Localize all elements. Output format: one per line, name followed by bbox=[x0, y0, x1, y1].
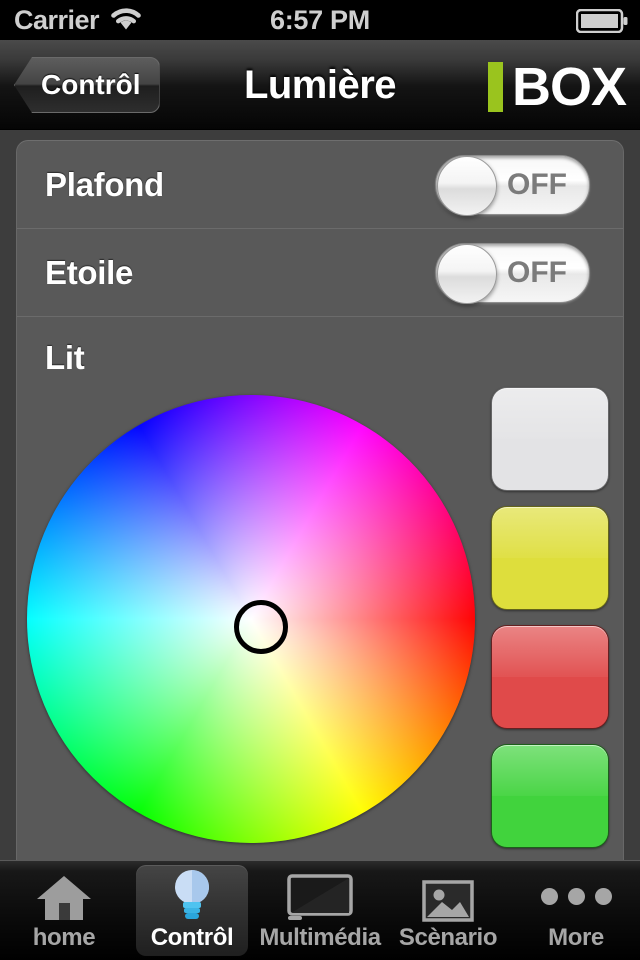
tab-multimedia[interactable]: Multimédia bbox=[256, 861, 384, 960]
tab-label: More bbox=[548, 924, 604, 951]
dot bbox=[540, 887, 558, 905]
status-bar: Carrier 6:57 PM bbox=[0, 0, 640, 40]
row-etoile: Etoile OFF bbox=[17, 229, 623, 317]
lightbulb-icon bbox=[167, 870, 217, 922]
tv-icon bbox=[287, 870, 353, 922]
dot bbox=[567, 887, 585, 905]
swatch-red[interactable] bbox=[491, 625, 609, 729]
tab-home[interactable]: home bbox=[0, 861, 128, 960]
tab-label: Multimédia bbox=[259, 924, 381, 951]
swatch-white[interactable] bbox=[491, 387, 609, 491]
toggle-knob[interactable] bbox=[437, 155, 497, 216]
logo-accent-bar bbox=[487, 62, 503, 112]
toggle-state-label: OFF bbox=[507, 167, 567, 201]
row-plafond: Plafond OFF bbox=[17, 141, 623, 229]
tab-more[interactable]: More bbox=[512, 861, 640, 960]
tab-control[interactable]: Contrôl bbox=[128, 861, 256, 960]
clock-label: 6:57 PM bbox=[270, 4, 370, 35]
dot bbox=[594, 887, 612, 905]
ibox-logo: BOX bbox=[487, 57, 627, 117]
logo-text: BOX bbox=[511, 57, 627, 117]
row-label: Plafond bbox=[45, 165, 164, 203]
tab-label: home bbox=[32, 924, 96, 951]
color-wheel-cursor[interactable] bbox=[234, 600, 288, 654]
battery-full-icon bbox=[575, 8, 628, 38]
swatch-green[interactable] bbox=[491, 744, 609, 848]
tab-label: Scènario bbox=[398, 924, 498, 951]
toggle-knob[interactable] bbox=[437, 243, 497, 304]
color-swatch-list bbox=[491, 387, 609, 860]
more-dots-icon bbox=[540, 870, 612, 922]
home-icon bbox=[35, 870, 93, 922]
row-lit: Lit bbox=[17, 317, 623, 860]
picture-icon bbox=[422, 870, 474, 922]
row-label: Lit bbox=[45, 339, 85, 376]
row-label: Etoile bbox=[45, 253, 134, 291]
toggle-plafond[interactable]: OFF bbox=[435, 154, 590, 216]
tab-label: Contrôl bbox=[150, 924, 234, 951]
navigation-bar: Contrôl Lumière BOX bbox=[0, 40, 640, 130]
toggle-state-label: OFF bbox=[507, 255, 567, 289]
toggle-etoile[interactable]: OFF bbox=[435, 242, 590, 304]
tab-scenario[interactable]: Scènario bbox=[384, 861, 512, 960]
tab-bar: home Contrôl Multimédia Scènario More bbox=[0, 860, 640, 960]
settings-panel: Plafond OFF Etoile OFF Lit bbox=[16, 140, 624, 860]
app-screen: Carrier 6:57 PM Contrôl Lumière BOX Plaf… bbox=[0, 0, 640, 960]
color-wheel[interactable] bbox=[27, 395, 475, 843]
color-picker-area bbox=[17, 387, 623, 860]
content-scroll-area[interactable]: Plafond OFF Etoile OFF Lit bbox=[0, 131, 640, 860]
swatch-yellow[interactable] bbox=[491, 506, 609, 610]
